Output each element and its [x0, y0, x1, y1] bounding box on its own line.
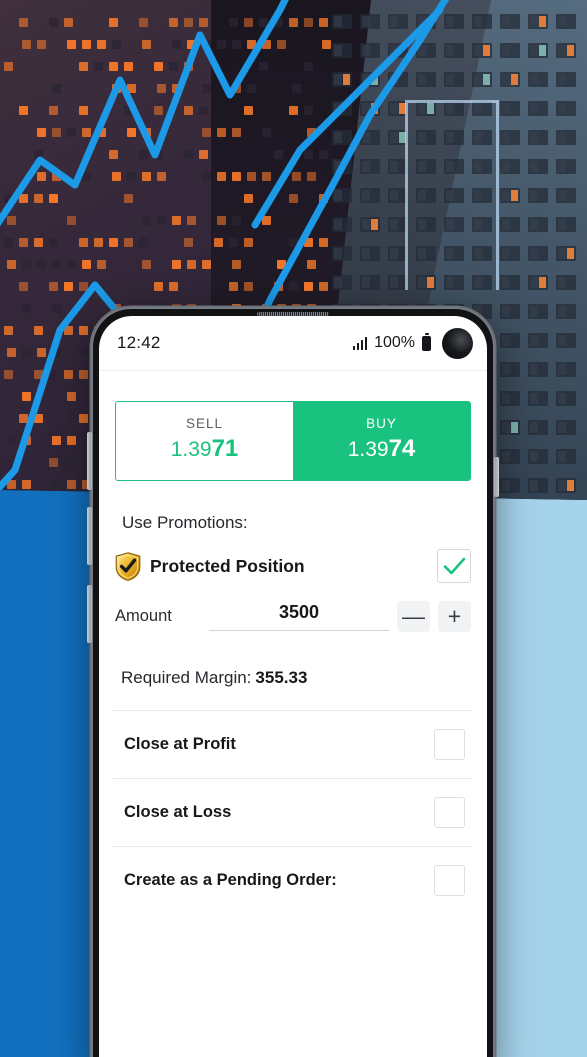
amount-decrement-button[interactable]: — [397, 601, 430, 632]
gold-shield-check-icon [115, 552, 141, 581]
side-key-right[interactable] [494, 457, 499, 497]
trade-buttons: SELL 1.3971 BUY 1.3974 [115, 401, 471, 481]
minus-icon: — [402, 605, 425, 628]
required-margin-label: Required Margin: [121, 668, 251, 687]
pending-order-label: Create as a Pending Order: [124, 871, 337, 890]
amount-input[interactable]: 3500 [209, 602, 389, 631]
phone-screen: 12:42 100% SELL 1.3971 BUY 1.3974 Use Pr… [99, 316, 487, 1057]
sell-price: 1.3971 [116, 435, 293, 463]
order-options: Close at Profit Close at Loss Create as … [113, 710, 473, 914]
sell-price-base: 1.39 [171, 438, 212, 461]
pending-order-row[interactable]: Create as a Pending Order: [113, 846, 473, 914]
buy-price-base: 1.39 [348, 438, 389, 461]
volume-down-button[interactable] [87, 507, 92, 565]
close-at-loss-label: Close at Loss [124, 803, 231, 822]
required-margin-row: Required Margin: 355.33 [121, 668, 487, 688]
protected-position-checkbox[interactable] [437, 549, 471, 583]
sell-price-pips: 71 [212, 435, 239, 462]
close-at-profit-row[interactable]: Close at Profit [113, 710, 473, 778]
buy-button[interactable]: BUY 1.3974 [293, 402, 470, 480]
status-indicators: 100% [353, 328, 473, 359]
sell-button[interactable]: SELL 1.3971 [116, 402, 293, 480]
volume-up-button[interactable] [87, 432, 92, 490]
protected-position-label: Protected Position [150, 556, 437, 577]
plus-icon: + [448, 605, 461, 628]
checkmark-icon [443, 557, 466, 575]
sell-label: SELL [116, 416, 293, 431]
status-bar: 12:42 100% [99, 316, 487, 371]
amount-increment-button[interactable]: + [438, 601, 471, 632]
power-button[interactable] [87, 585, 92, 643]
close-at-profit-checkbox[interactable] [434, 729, 465, 760]
use-promotions-label: Use Promotions: [122, 513, 487, 533]
buy-price: 1.3974 [293, 435, 470, 463]
signal-bars-icon [353, 336, 368, 350]
battery-percent-label: 100% [374, 334, 415, 352]
required-margin-value: 355.33 [255, 668, 307, 687]
amount-value: 3500 [279, 602, 319, 622]
buy-label: BUY [293, 416, 470, 431]
pending-order-checkbox[interactable] [434, 865, 465, 896]
front-camera-icon [442, 328, 473, 359]
amount-row: Amount 3500 — + [115, 601, 471, 632]
amount-label: Amount [115, 607, 201, 626]
buy-price-pips: 74 [389, 435, 416, 462]
battery-full-icon [422, 336, 431, 351]
close-at-loss-checkbox[interactable] [434, 797, 465, 828]
status-clock: 12:42 [117, 333, 161, 353]
close-at-profit-label: Close at Profit [124, 735, 236, 754]
close-at-loss-row[interactable]: Close at Loss [113, 778, 473, 846]
smartphone-mockup: 12:42 100% SELL 1.3971 BUY 1.3974 Use Pr… [91, 307, 495, 1057]
protected-position-row[interactable]: Protected Position [115, 549, 471, 583]
